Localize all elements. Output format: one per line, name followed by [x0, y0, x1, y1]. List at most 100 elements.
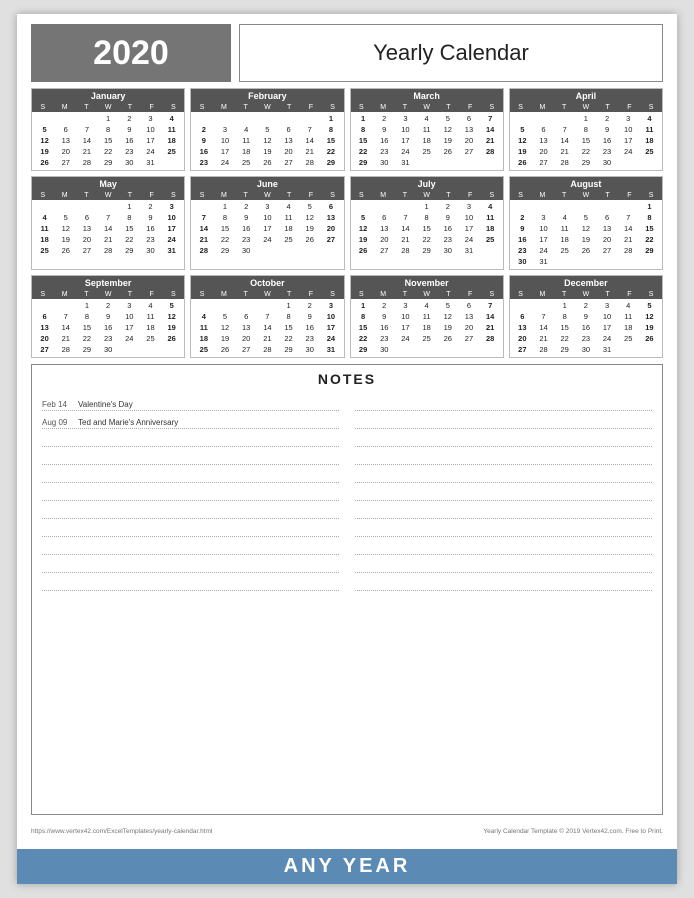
day-cell: 1	[76, 300, 97, 311]
day-cell: 7	[554, 124, 575, 135]
day-cell: 20	[34, 333, 55, 344]
day-cell: 25	[618, 333, 639, 344]
day-cell: 16	[374, 322, 395, 333]
day-header-cell: M	[372, 191, 394, 200]
day-cell: 6	[458, 113, 479, 124]
day-header-row: SMTWTFS	[32, 103, 184, 112]
day-cell: 10	[395, 311, 416, 322]
month-name: January	[32, 89, 184, 103]
day-cell: 13	[278, 135, 299, 146]
days-grid: ······1234567891011121314151617181920212…	[510, 200, 662, 269]
day-cell: 8	[554, 311, 575, 322]
day-cell: 17	[458, 223, 479, 234]
day-cell: 13	[55, 135, 76, 146]
day-cell: 8	[76, 311, 97, 322]
day-header-cell: S	[640, 290, 662, 299]
day-cell: 19	[353, 234, 374, 245]
day-cell: 18	[236, 146, 257, 157]
day-cell: 13	[34, 322, 55, 333]
day-header-cell: F	[619, 103, 641, 112]
day-header-cell: S	[163, 103, 185, 112]
day-header-cell: T	[597, 290, 619, 299]
day-cell: 22	[119, 234, 140, 245]
day-cell: 23	[193, 157, 214, 168]
note-line	[42, 555, 339, 573]
day-cell: 27	[458, 146, 479, 157]
day-cell: 16	[98, 322, 119, 333]
day-cell: 9	[299, 311, 320, 322]
day-header-cell: T	[119, 290, 141, 299]
note-line	[355, 411, 652, 429]
day-cell: 24	[161, 234, 182, 245]
day-cell: ·	[34, 113, 55, 124]
day-cell: 23	[512, 245, 533, 256]
day-cell: 14	[480, 124, 501, 135]
day-cell: 31	[395, 157, 416, 168]
day-cell: 5	[214, 311, 235, 322]
day-cell: ·	[55, 113, 76, 124]
notes-content: Feb 14Valentine's DayAug 09Ted and Marie…	[42, 393, 652, 808]
day-cell: ·	[639, 157, 660, 168]
day-cell: 25	[278, 234, 299, 245]
day-cell: ·	[353, 201, 374, 212]
day-cell: 21	[533, 333, 554, 344]
day-cell: 3	[533, 212, 554, 223]
year-display: 2020	[31, 24, 231, 82]
day-cell: 17	[395, 322, 416, 333]
day-header-cell: S	[191, 290, 213, 299]
day-cell: 6	[596, 212, 617, 223]
day-cell: 22	[416, 234, 437, 245]
day-cell: 20	[596, 234, 617, 245]
day-cell: ·	[395, 344, 416, 355]
day-header-cell: T	[119, 103, 141, 112]
day-cell: 18	[278, 223, 299, 234]
day-cell: 18	[34, 234, 55, 245]
day-cell: 22	[278, 333, 299, 344]
day-cell: 24	[119, 333, 140, 344]
day-cell: ·	[193, 201, 214, 212]
day-cell: ·	[98, 201, 119, 212]
day-cell: 5	[639, 300, 660, 311]
day-cell: 13	[76, 223, 97, 234]
day-cell: 15	[278, 322, 299, 333]
note-text: Ted and Marie's Anniversary	[78, 418, 178, 427]
month-block-june: JuneSMTWTFS·1234567891011121314151617181…	[190, 176, 344, 270]
note-line	[355, 573, 652, 591]
day-cell: 20	[55, 146, 76, 157]
day-cell: ·	[257, 113, 278, 124]
day-header-row: SMTWTFS	[32, 290, 184, 299]
day-cell: 19	[257, 146, 278, 157]
day-cell: 9	[512, 223, 533, 234]
day-cell: 19	[55, 234, 76, 245]
day-cell: 10	[596, 311, 617, 322]
day-cell: 3	[140, 113, 161, 124]
day-cell: 12	[257, 135, 278, 146]
day-cell: 16	[596, 135, 617, 146]
day-cell: 16	[374, 135, 395, 146]
day-cell: 4	[140, 300, 161, 311]
day-cell: 4	[193, 311, 214, 322]
day-cell: 28	[480, 333, 501, 344]
day-cell: 14	[299, 135, 320, 146]
day-cell: 18	[140, 322, 161, 333]
day-cell: 28	[554, 157, 575, 168]
day-cell: ·	[278, 113, 299, 124]
day-cell: 2	[575, 300, 596, 311]
day-header-cell: T	[278, 103, 300, 112]
day-header-cell: T	[394, 191, 416, 200]
day-cell: 20	[374, 234, 395, 245]
footer-copyright: Yearly Calendar Template © 2019 Vertex42…	[483, 828, 663, 835]
note-line	[355, 555, 652, 573]
day-cell: 24	[214, 157, 235, 168]
day-cell: 17	[214, 146, 235, 157]
day-cell: 7	[480, 113, 501, 124]
day-header-cell: T	[597, 191, 619, 200]
day-header-cell: S	[322, 103, 344, 112]
day-cell: ·	[618, 256, 639, 267]
note-line	[42, 537, 339, 555]
day-header-row: SMTWTFS	[191, 103, 343, 112]
note-line	[42, 429, 339, 447]
day-header-cell: W	[257, 290, 279, 299]
day-cell: 23	[140, 234, 161, 245]
day-cell: 24	[320, 333, 341, 344]
